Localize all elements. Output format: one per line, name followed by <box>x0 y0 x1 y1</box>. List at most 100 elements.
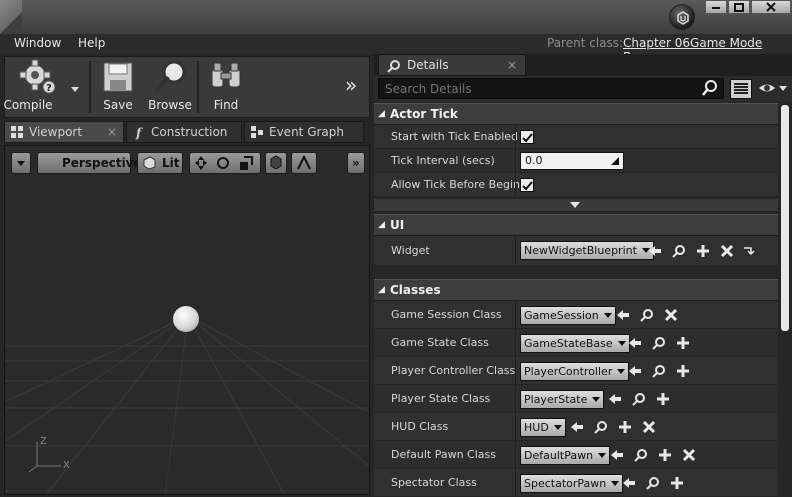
widget-class-combo[interactable]: NewWidgetBlueprint <box>520 241 654 260</box>
default-pawn-class-combo[interactable]: DefaultPawn <box>520 446 611 465</box>
clear-x-icon[interactable] <box>664 308 678 322</box>
view-options-button[interactable] <box>758 81 788 98</box>
find-button[interactable]: Find <box>203 57 249 117</box>
event-graph-icon <box>251 126 263 138</box>
tab-details[interactable]: Details × <box>378 54 526 76</box>
browse-magnifier-icon[interactable] <box>652 364 666 378</box>
menu-window[interactable]: Window <box>14 36 61 50</box>
browse-magnifier-icon[interactable] <box>646 476 660 490</box>
reset-to-default-icon[interactable] <box>742 244 756 258</box>
browse-label: Browse <box>148 98 192 112</box>
compile-gear-icon: ? <box>19 59 56 94</box>
add-plus-icon[interactable] <box>676 364 690 378</box>
game-session-class-combo[interactable]: GameSession <box>520 306 616 325</box>
browse-magnifier-icon[interactable] <box>634 448 648 462</box>
category-actor-tick[interactable]: ◢ Actor Tick <box>374 103 778 125</box>
transform-tools[interactable] <box>189 152 261 174</box>
close-tab-icon[interactable]: × <box>107 122 117 142</box>
category-classes-label: Classes <box>390 283 441 297</box>
use-selected-arrow-icon[interactable] <box>628 336 642 350</box>
add-plus-icon[interactable] <box>696 244 710 258</box>
property-row: HUD Class HUD <box>374 413 778 441</box>
browse-magnifier-icon[interactable] <box>652 336 666 350</box>
camera-speed-button[interactable] <box>291 152 317 174</box>
tab-event-graph[interactable]: Event Graph <box>244 121 364 143</box>
property-matrix-button[interactable] <box>730 79 752 99</box>
property-label: Player Controller Class <box>391 364 516 377</box>
tick-interval-input[interactable]: 0.0 <box>520 152 624 170</box>
magnifier-icon <box>154 60 186 93</box>
tab-viewport[interactable]: Viewport × <box>4 121 124 143</box>
save-button[interactable]: Save <box>95 57 141 117</box>
lit-button[interactable]: Lit <box>137 152 183 174</box>
search-icon[interactable] <box>702 80 718 96</box>
use-selected-arrow-icon[interactable] <box>622 476 636 490</box>
search-details-input[interactable] <box>378 78 724 99</box>
property-row: Player State Class PlayerState <box>374 385 778 413</box>
compile-label: Compile <box>3 98 53 112</box>
details-scrollbar[interactable] <box>778 103 792 497</box>
category-ui[interactable]: ◢ UI <box>374 214 778 236</box>
surface-snap-button[interactable] <box>265 152 287 174</box>
property-row: Start with Tick Enabled <box>374 125 778 149</box>
viewport-panel[interactable]: Perspective Lit » Z X <box>4 145 370 495</box>
toolbar-overflow-chevron-icon[interactable]: » <box>345 73 357 97</box>
property-row: Player Controller Class PlayerController <box>374 357 778 385</box>
browse-magnifier-icon[interactable] <box>672 244 686 258</box>
game-state-class-combo[interactable]: GameStateBase <box>520 334 630 353</box>
clear-x-icon[interactable] <box>642 420 656 434</box>
use-selected-arrow-icon[interactable] <box>570 420 584 434</box>
viewport-options-button[interactable] <box>11 152 31 174</box>
add-plus-icon[interactable] <box>676 336 690 350</box>
property-label: Spectator Class <box>391 476 477 489</box>
tab-construction-label: Construction <box>151 125 228 139</box>
spectator-class-combo[interactable]: SpectatorPawn <box>520 474 624 493</box>
browse-magnifier-icon[interactable] <box>640 308 654 322</box>
minimize-button[interactable] <box>705 0 727 14</box>
tab-details-label: Details <box>407 58 449 72</box>
details-tab-bar: Details × <box>374 54 792 76</box>
scrollbar-thumb[interactable] <box>781 105 789 331</box>
use-selected-arrow-icon[interactable] <box>608 392 622 406</box>
use-selected-arrow-icon[interactable] <box>628 364 642 378</box>
blueprint-toolbar: ? Compile Save Browse Find » <box>3 56 370 118</box>
document-tab[interactable] <box>0 0 22 34</box>
compile-button[interactable]: ? Compile <box>3 57 69 117</box>
close-tab-icon[interactable]: × <box>507 55 517 75</box>
menu-help[interactable]: Help <box>78 36 105 50</box>
browse-button[interactable]: Browse <box>145 57 195 117</box>
close-window-button[interactable] <box>751 0 791 14</box>
start-with-tick-checkbox[interactable] <box>520 130 534 144</box>
save-label: Save <box>103 98 133 112</box>
allow-tick-before-begin-play-checkbox[interactable] <box>520 178 534 192</box>
collapse-arrow-icon: ◢ <box>378 285 385 295</box>
perspective-button[interactable]: Perspective <box>37 152 142 174</box>
find-label: Find <box>213 98 239 112</box>
add-plus-icon[interactable] <box>618 420 632 434</box>
category-classes[interactable]: ◢ Classes <box>374 279 778 301</box>
list-view-icon <box>734 83 748 94</box>
use-selected-arrow-icon[interactable] <box>648 244 662 258</box>
compile-options-chevron-icon[interactable] <box>71 83 79 96</box>
add-plus-icon[interactable] <box>656 392 670 406</box>
hud-class-combo[interactable]: HUD <box>520 418 566 437</box>
combo-value: GameSession <box>524 309 599 322</box>
tab-construction[interactable]: f Construction <box>126 121 242 143</box>
use-selected-arrow-icon[interactable] <box>610 448 624 462</box>
collapse-arrow-icon: ◢ <box>378 220 385 230</box>
add-plus-icon[interactable] <box>670 476 684 490</box>
use-selected-arrow-icon[interactable] <box>616 308 630 322</box>
browse-magnifier-icon[interactable] <box>632 392 646 406</box>
property-label: Start with Tick Enabled <box>391 130 519 143</box>
viewport-overflow-chevron-icon[interactable]: » <box>347 152 365 174</box>
browse-magnifier-icon[interactable] <box>594 420 608 434</box>
property-row: Game Session Class GameSession <box>374 301 778 329</box>
advanced-expand-button[interactable] <box>374 199 778 211</box>
maximize-button[interactable] <box>728 0 750 14</box>
add-plus-icon[interactable] <box>658 448 672 462</box>
default-sphere-mesh[interactable] <box>173 306 199 332</box>
player-state-class-combo[interactable]: PlayerState <box>520 390 605 409</box>
clear-x-icon[interactable] <box>720 244 734 258</box>
player-controller-class-combo[interactable]: PlayerController <box>520 362 630 381</box>
clear-x-icon[interactable] <box>682 448 696 462</box>
